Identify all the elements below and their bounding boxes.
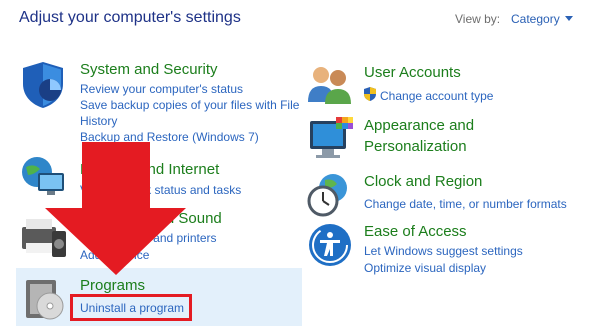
red-arrow-annotation — [45, 142, 186, 275]
uninstall-highlight-box — [70, 294, 192, 321]
